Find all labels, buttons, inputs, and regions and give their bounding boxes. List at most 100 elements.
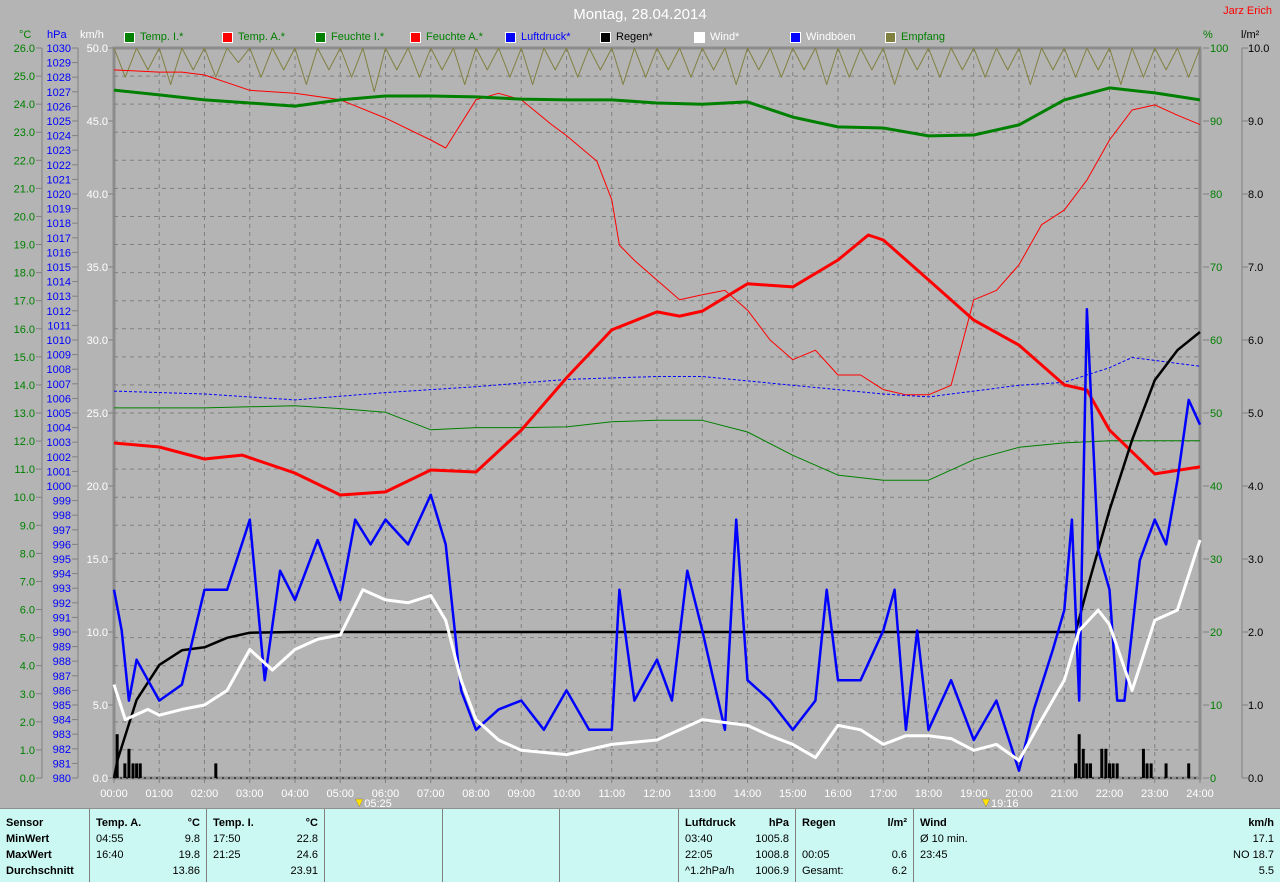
- stats-column-header: Regen l/m²: [802, 815, 907, 831]
- stats-column: Temp. A. °C 04:55 9.8 16:40 19.8 13.86: [89, 809, 206, 882]
- x-tick-label: 22:00: [1096, 788, 1124, 800]
- stats-value: 0.6: [891, 849, 907, 861]
- axis-tick-label: 30.0: [87, 335, 108, 347]
- axis-tick-label: 1004: [47, 423, 71, 435]
- stats-value-row: Gesamt: 6.2: [802, 863, 907, 879]
- axis-tick-label: 23.0: [14, 127, 35, 139]
- axis-tick-label: 985: [53, 700, 71, 712]
- axis-tick-label: 17.0: [14, 296, 35, 308]
- x-tick-label: 10:00: [553, 788, 581, 800]
- rain-bar: [1108, 763, 1111, 778]
- sunset-icon: [981, 798, 991, 808]
- axis-tick-label: 1.0: [20, 745, 35, 757]
- axis-tick-label: 983: [53, 729, 71, 741]
- axis-tick-label: 10.0: [1248, 43, 1269, 55]
- stats-column: [442, 809, 559, 882]
- stats-time: 23:45: [920, 849, 948, 861]
- rain-bar: [131, 763, 135, 778]
- axis-tick-label: 7.0: [1248, 262, 1263, 274]
- sunrise-time-label: 05:25: [364, 798, 392, 808]
- axis-tick-label: 3.0: [20, 689, 35, 701]
- axis-tick-label: 1006: [47, 393, 71, 405]
- axis-tick-label: 1030: [47, 43, 71, 55]
- axis-tick-label: 40: [1210, 481, 1222, 493]
- axis-tick-label: 988: [53, 656, 71, 668]
- stats-value-row: 22:05 1008.8: [685, 847, 789, 863]
- axis-tick-label: 1009: [47, 350, 71, 362]
- axis-tick-label: 15.0: [87, 554, 108, 566]
- x-tick-label: 18:00: [915, 788, 943, 800]
- axis-tick-label: 997: [53, 525, 71, 537]
- axis-tick-label: 26.0: [14, 43, 35, 55]
- stats-column: Luftdruck hPa 03:40 1005.8 22:05 1008.8 ^1.2hP…: [678, 809, 795, 882]
- axis-tick-label: 1018: [47, 218, 71, 230]
- axis-tick-label: 12.0: [14, 436, 35, 448]
- axis-tick-label: 10.0: [14, 492, 35, 504]
- axis-tick-label: 20: [1210, 627, 1222, 639]
- stats-time: 21:25: [213, 849, 241, 861]
- rain-bar: [138, 763, 142, 778]
- stats-value-row: 17:50 22.8: [213, 831, 318, 847]
- axis-tick-label: 1013: [47, 291, 71, 303]
- sunrise-icon: [354, 798, 364, 808]
- x-tick-label: 08:00: [462, 788, 490, 800]
- x-tick-label: 14:00: [734, 788, 762, 800]
- x-tick-label: 03:00: [236, 788, 264, 800]
- axis-tick-label: 0.0: [20, 773, 35, 785]
- axis-tick-label: 1000: [47, 481, 71, 493]
- axis-tick-label: 989: [53, 642, 71, 654]
- axis-tick-label: 1016: [47, 247, 71, 259]
- axis-tick-label: 996: [53, 539, 71, 551]
- stats-value: 19.8: [178, 849, 200, 861]
- axis-tick-label: 10.0: [87, 627, 108, 639]
- stats-value-row: 00:05 0.6: [802, 847, 907, 863]
- stats-time: Gesamt:: [802, 865, 844, 877]
- stats-label-row: MinWert: [6, 831, 83, 847]
- legend-swatch-icon: [600, 31, 611, 43]
- axis-tick-label: 20.0: [87, 481, 108, 493]
- stats-column: Temp. I. °C 17:50 22.8 21:25 24.6 23.91: [206, 809, 324, 882]
- stats-label-row: MaxWert: [6, 847, 83, 863]
- axis-tick-label: 1028: [47, 72, 71, 84]
- stats-value-row: Ø 10 min. 17.1: [920, 831, 1274, 847]
- axis-tick-label: 35.0: [87, 262, 108, 274]
- x-tick-label: 04:00: [281, 788, 309, 800]
- stats-time: 00:05: [802, 849, 830, 861]
- stats-value: 1005.8: [755, 833, 789, 845]
- stats-time: 04:55: [96, 833, 124, 845]
- x-tick-label: 17:00: [869, 788, 897, 800]
- x-tick-label: 05:00: [326, 788, 354, 800]
- axis-tick-label: 40.0: [87, 189, 108, 201]
- axis-tick-label: 22.0: [14, 155, 35, 167]
- stats-value-row: [802, 831, 907, 847]
- axis-tick-label: 20.0: [14, 211, 35, 223]
- axis-tick-label: 1005: [47, 408, 71, 420]
- legend-swatch-icon: [505, 31, 516, 43]
- axis-tick-label: 14.0: [14, 380, 35, 392]
- series-line-empfang: [113, 47, 1201, 93]
- rain-bar: [1111, 763, 1115, 778]
- rain-bar: [1145, 763, 1149, 778]
- legend-item: Regen*: [600, 31, 653, 43]
- legend-swatch-icon: [222, 31, 233, 43]
- axis-tick-label: 1001: [47, 466, 71, 478]
- stats-time: 17:50: [213, 833, 241, 845]
- statistics-table: Sensor MinWert MaxWert Durchschnitt Temp. A.…: [0, 808, 1280, 882]
- stats-time: 22:05: [685, 849, 713, 861]
- axis-tick-label: 24.0: [14, 99, 35, 111]
- rain-bar: [214, 763, 218, 778]
- legend-label: Luftdruck*: [521, 31, 571, 43]
- x-tick-label: 21:00: [1050, 788, 1078, 800]
- axis-tick-label: 981: [53, 758, 71, 770]
- axis-tick-label: 1007: [47, 379, 71, 391]
- axis-tick-label: 9.0: [20, 520, 35, 532]
- axis-tick-label: 1020: [47, 189, 71, 201]
- stats-value-row: 13.86: [96, 863, 200, 879]
- axis-tick-label: 1027: [47, 87, 71, 99]
- x-tick-label: 09:00: [507, 788, 535, 800]
- axis-tick-label: 18.0: [14, 268, 35, 280]
- axis-tick-label: 7.0: [20, 576, 35, 588]
- axis-tick-label: 994: [53, 569, 71, 581]
- axis-tick-label: 11.0: [14, 464, 35, 476]
- legend-item: Feuchte A.*: [410, 31, 483, 43]
